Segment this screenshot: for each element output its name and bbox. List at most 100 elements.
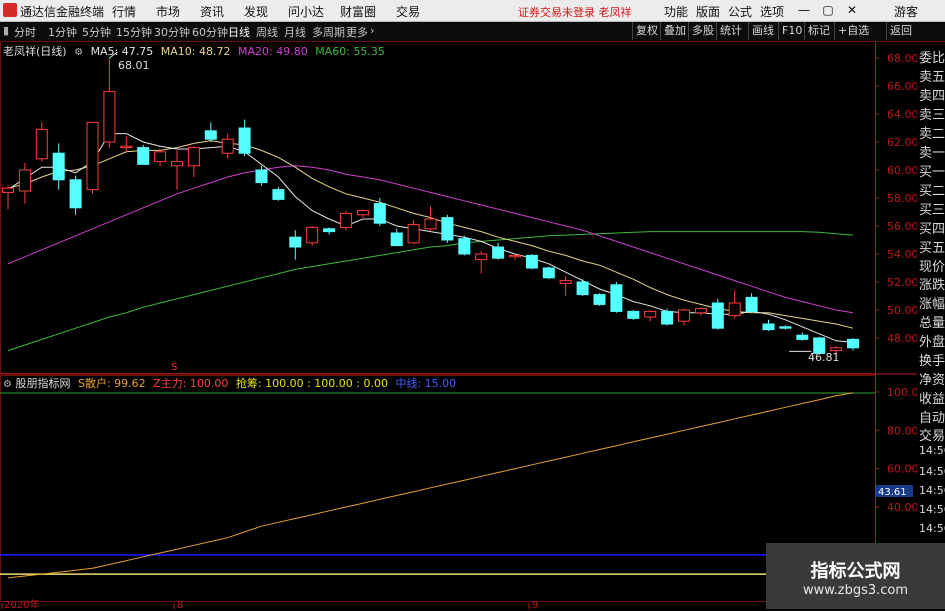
stock-label[interactable]: 老凤祥(日线) bbox=[3, 45, 67, 58]
menu-wenxiaoda[interactable]: 问小达 bbox=[288, 3, 324, 20]
period-1min[interactable]: 1分钟 bbox=[48, 24, 77, 40]
side-panel-item[interactable]: 14:56 bbox=[919, 503, 945, 516]
menu-banmian[interactable]: 版面 bbox=[696, 3, 720, 20]
side-panel-item[interactable]: 涨幅 bbox=[919, 293, 945, 312]
ma-lines bbox=[7, 133, 854, 352]
ma20-line bbox=[7, 165, 854, 314]
menu-shichang[interactable]: 市场 bbox=[156, 3, 180, 20]
btn-biaoji[interactable]: 标记 bbox=[804, 22, 833, 40]
ma10-legend: MA10: 48.72 bbox=[160, 45, 231, 58]
period-fenshi[interactable]: 分时 bbox=[14, 24, 36, 40]
btn-zixuan[interactable]: +自选 bbox=[834, 22, 872, 40]
candle bbox=[661, 308, 674, 326]
btn-f10[interactable]: F10 bbox=[778, 22, 805, 40]
menu-faxian[interactable]: 发现 bbox=[244, 3, 268, 20]
candle bbox=[525, 254, 538, 270]
period-daily[interactable]: 日线 bbox=[228, 24, 250, 40]
candle bbox=[154, 149, 167, 166]
y-tick-label: 64.00 bbox=[887, 108, 917, 121]
watermark-title: 指标公式网 bbox=[810, 561, 901, 582]
period-monthly[interactable]: 月线 bbox=[284, 24, 306, 40]
side-panel-item[interactable]: 14:56 bbox=[919, 522, 945, 535]
candle-body bbox=[187, 147, 200, 167]
close-button[interactable]: ✕ bbox=[840, 1, 864, 19]
y-tick-label: 58.00 bbox=[887, 192, 917, 205]
btn-fanhui[interactable]: 返回 bbox=[886, 22, 915, 40]
side-panel-item[interactable]: 14:56 bbox=[919, 465, 945, 478]
menu-gongneng[interactable]: 功能 bbox=[664, 3, 688, 20]
btn-fuquan[interactable]: 复权 bbox=[632, 22, 661, 40]
login-status-text: 证券交易未登录 bbox=[518, 6, 595, 19]
side-panel-item[interactable]: 买二 bbox=[919, 180, 945, 199]
period-weekly[interactable]: 周线 bbox=[256, 24, 278, 40]
low-price-label: 46.81 bbox=[808, 351, 840, 364]
side-panel-item[interactable]: 卖三 bbox=[919, 104, 945, 123]
candle bbox=[69, 175, 82, 215]
settings-gear-icon[interactable]: ⚙ bbox=[74, 47, 83, 58]
candle bbox=[796, 332, 809, 341]
period-5min[interactable]: 5分钟 bbox=[82, 24, 111, 40]
candle bbox=[627, 310, 640, 320]
side-panel-item[interactable]: 卖一 bbox=[919, 142, 945, 161]
y-tick-label: 50.00 bbox=[887, 304, 917, 317]
side-panel-item[interactable]: 净资 bbox=[919, 369, 945, 388]
candle-body bbox=[542, 267, 555, 279]
candle-body bbox=[356, 210, 369, 216]
login-status[interactable]: 证券交易未登录 老凤祥 bbox=[518, 4, 632, 20]
side-panel-item[interactable]: 自动 bbox=[919, 407, 945, 426]
side-panel-item[interactable]: 14:56 bbox=[919, 484, 945, 497]
side-panel-item[interactable]: 卖五 bbox=[919, 66, 945, 85]
candle bbox=[221, 133, 234, 159]
menu-xuanxiang[interactable]: 选项 bbox=[760, 3, 784, 20]
indicator-name[interactable]: 股朋指标网 bbox=[15, 377, 70, 390]
menu-jiaoyi[interactable]: 交易 bbox=[396, 3, 420, 20]
side-panel-item[interactable]: 卖四 bbox=[919, 85, 945, 104]
indicator-settings-icon[interactable]: ⚙ bbox=[3, 379, 12, 390]
period-60min[interactable]: 60分钟 bbox=[192, 24, 228, 40]
minimize-button[interactable]: — bbox=[792, 1, 816, 19]
guest-label[interactable]: 游客 bbox=[894, 3, 918, 20]
period-multi[interactable]: 多周期 bbox=[312, 24, 345, 40]
candle-body bbox=[458, 238, 471, 255]
candle-body bbox=[390, 232, 403, 247]
period-15min[interactable]: 15分钟 bbox=[116, 24, 152, 40]
menu-hangqing[interactable]: 行情 bbox=[112, 3, 136, 20]
side-panel-item[interactable]: 买五 bbox=[919, 237, 945, 256]
menu-gongshi[interactable]: 公式 bbox=[728, 3, 752, 20]
candle-body bbox=[255, 169, 268, 184]
more-chevron-icon[interactable]: › bbox=[370, 24, 374, 37]
btn-duogu[interactable]: 多股 bbox=[688, 22, 717, 40]
candle bbox=[103, 58, 116, 148]
side-panel-item[interactable]: 换手 bbox=[919, 350, 945, 369]
side-panel-item[interactable]: 现价 bbox=[919, 256, 945, 275]
period-30min[interactable]: 30分钟 bbox=[154, 24, 190, 40]
side-panel-item[interactable]: 收益 bbox=[919, 388, 945, 407]
side-panel-item[interactable]: 交易 bbox=[919, 425, 945, 444]
period-more[interactable]: 更多 bbox=[346, 24, 368, 40]
menu-caifuquan[interactable]: 财富圈 bbox=[340, 3, 376, 20]
kline-chart[interactable]: 68.00 66.00 64.00 62.00 60.00 58.00 56.00 54.00… bbox=[0, 41, 917, 609]
candle bbox=[847, 338, 859, 351]
btn-diejia[interactable]: 叠加 bbox=[660, 22, 689, 40]
side-panel-item[interactable]: 买三 bbox=[919, 199, 945, 218]
y-tick-label: 48.00 bbox=[887, 332, 917, 345]
side-panel-item[interactable]: 外盘 bbox=[919, 331, 945, 350]
user-link[interactable]: 老凤祥 bbox=[599, 6, 632, 19]
side-panel-item[interactable]: 总量 bbox=[919, 312, 945, 331]
side-panel-item[interactable]: 买四 bbox=[919, 218, 945, 237]
btn-tongji[interactable]: 统计 bbox=[716, 22, 745, 40]
btn-huaxian[interactable]: 画线 bbox=[748, 22, 777, 40]
menu-zixun[interactable]: 资讯 bbox=[200, 3, 224, 20]
candle bbox=[492, 242, 505, 260]
side-panel-item[interactable]: 涨跌 bbox=[919, 274, 945, 293]
candle bbox=[728, 290, 741, 319]
side-panel-item[interactable]: 14:56 bbox=[919, 444, 945, 457]
x-tick-label: 2020年 bbox=[4, 598, 39, 609]
side-panel-item[interactable]: 卖二 bbox=[919, 123, 945, 142]
candle-body bbox=[525, 254, 538, 269]
candle-body bbox=[154, 151, 167, 163]
restore-button[interactable]: ▢ bbox=[816, 1, 840, 19]
side-panel-item[interactable]: 买一 bbox=[919, 161, 945, 180]
main-frame bbox=[0, 41, 876, 374]
side-panel-item[interactable]: 委比 bbox=[919, 47, 945, 66]
